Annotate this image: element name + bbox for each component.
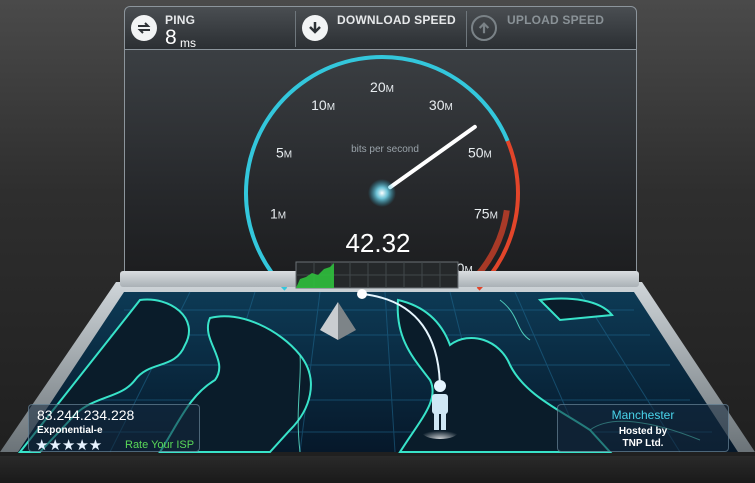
host-name: TNP Ltd. (622, 438, 664, 449)
current-speed-value: 42.32 (345, 228, 411, 258)
client-ip: 83.244.234.228 (37, 407, 135, 423)
isp-rating-stars[interactable]: ★★★★★ (35, 436, 102, 454)
client-info-box: 83.244.234.228 Exponential-e ★★★★★ Rate … (28, 404, 200, 454)
bottom-strip (0, 456, 755, 483)
ping-label: PING (165, 13, 196, 27)
upload-section: UPLOAD SPEED (467, 7, 637, 49)
ping-icon (131, 15, 157, 41)
download-section: DOWNLOAD SPEED (296, 7, 466, 49)
server-city[interactable]: Manchester (558, 408, 728, 422)
results-header: PING 8 ms DOWNLOAD SPEED UPLOAD SPEED (124, 6, 637, 50)
speedtest-app: 01M5M10M20M30M50M75M100M bits per (0, 0, 755, 483)
hosted-by-label: Hosted by (618, 426, 668, 437)
ping-unit: ms (180, 36, 196, 50)
download-speed-label: DOWNLOAD SPEED (337, 13, 456, 27)
ping-section: PING 8 ms (125, 7, 295, 50)
upload-arrow-icon (471, 15, 497, 41)
download-arrow-icon (302, 15, 328, 41)
rate-isp-link[interactable]: Rate Your ISP (125, 439, 194, 451)
ping-value: 8 (165, 26, 177, 49)
upload-speed-label: UPLOAD SPEED (507, 13, 605, 27)
client-isp: Exponential-e (37, 425, 103, 436)
gauge-unit-label: bits per second (351, 144, 419, 155)
server-info-box: Manchester Hosted by TNP Ltd. (557, 404, 729, 452)
